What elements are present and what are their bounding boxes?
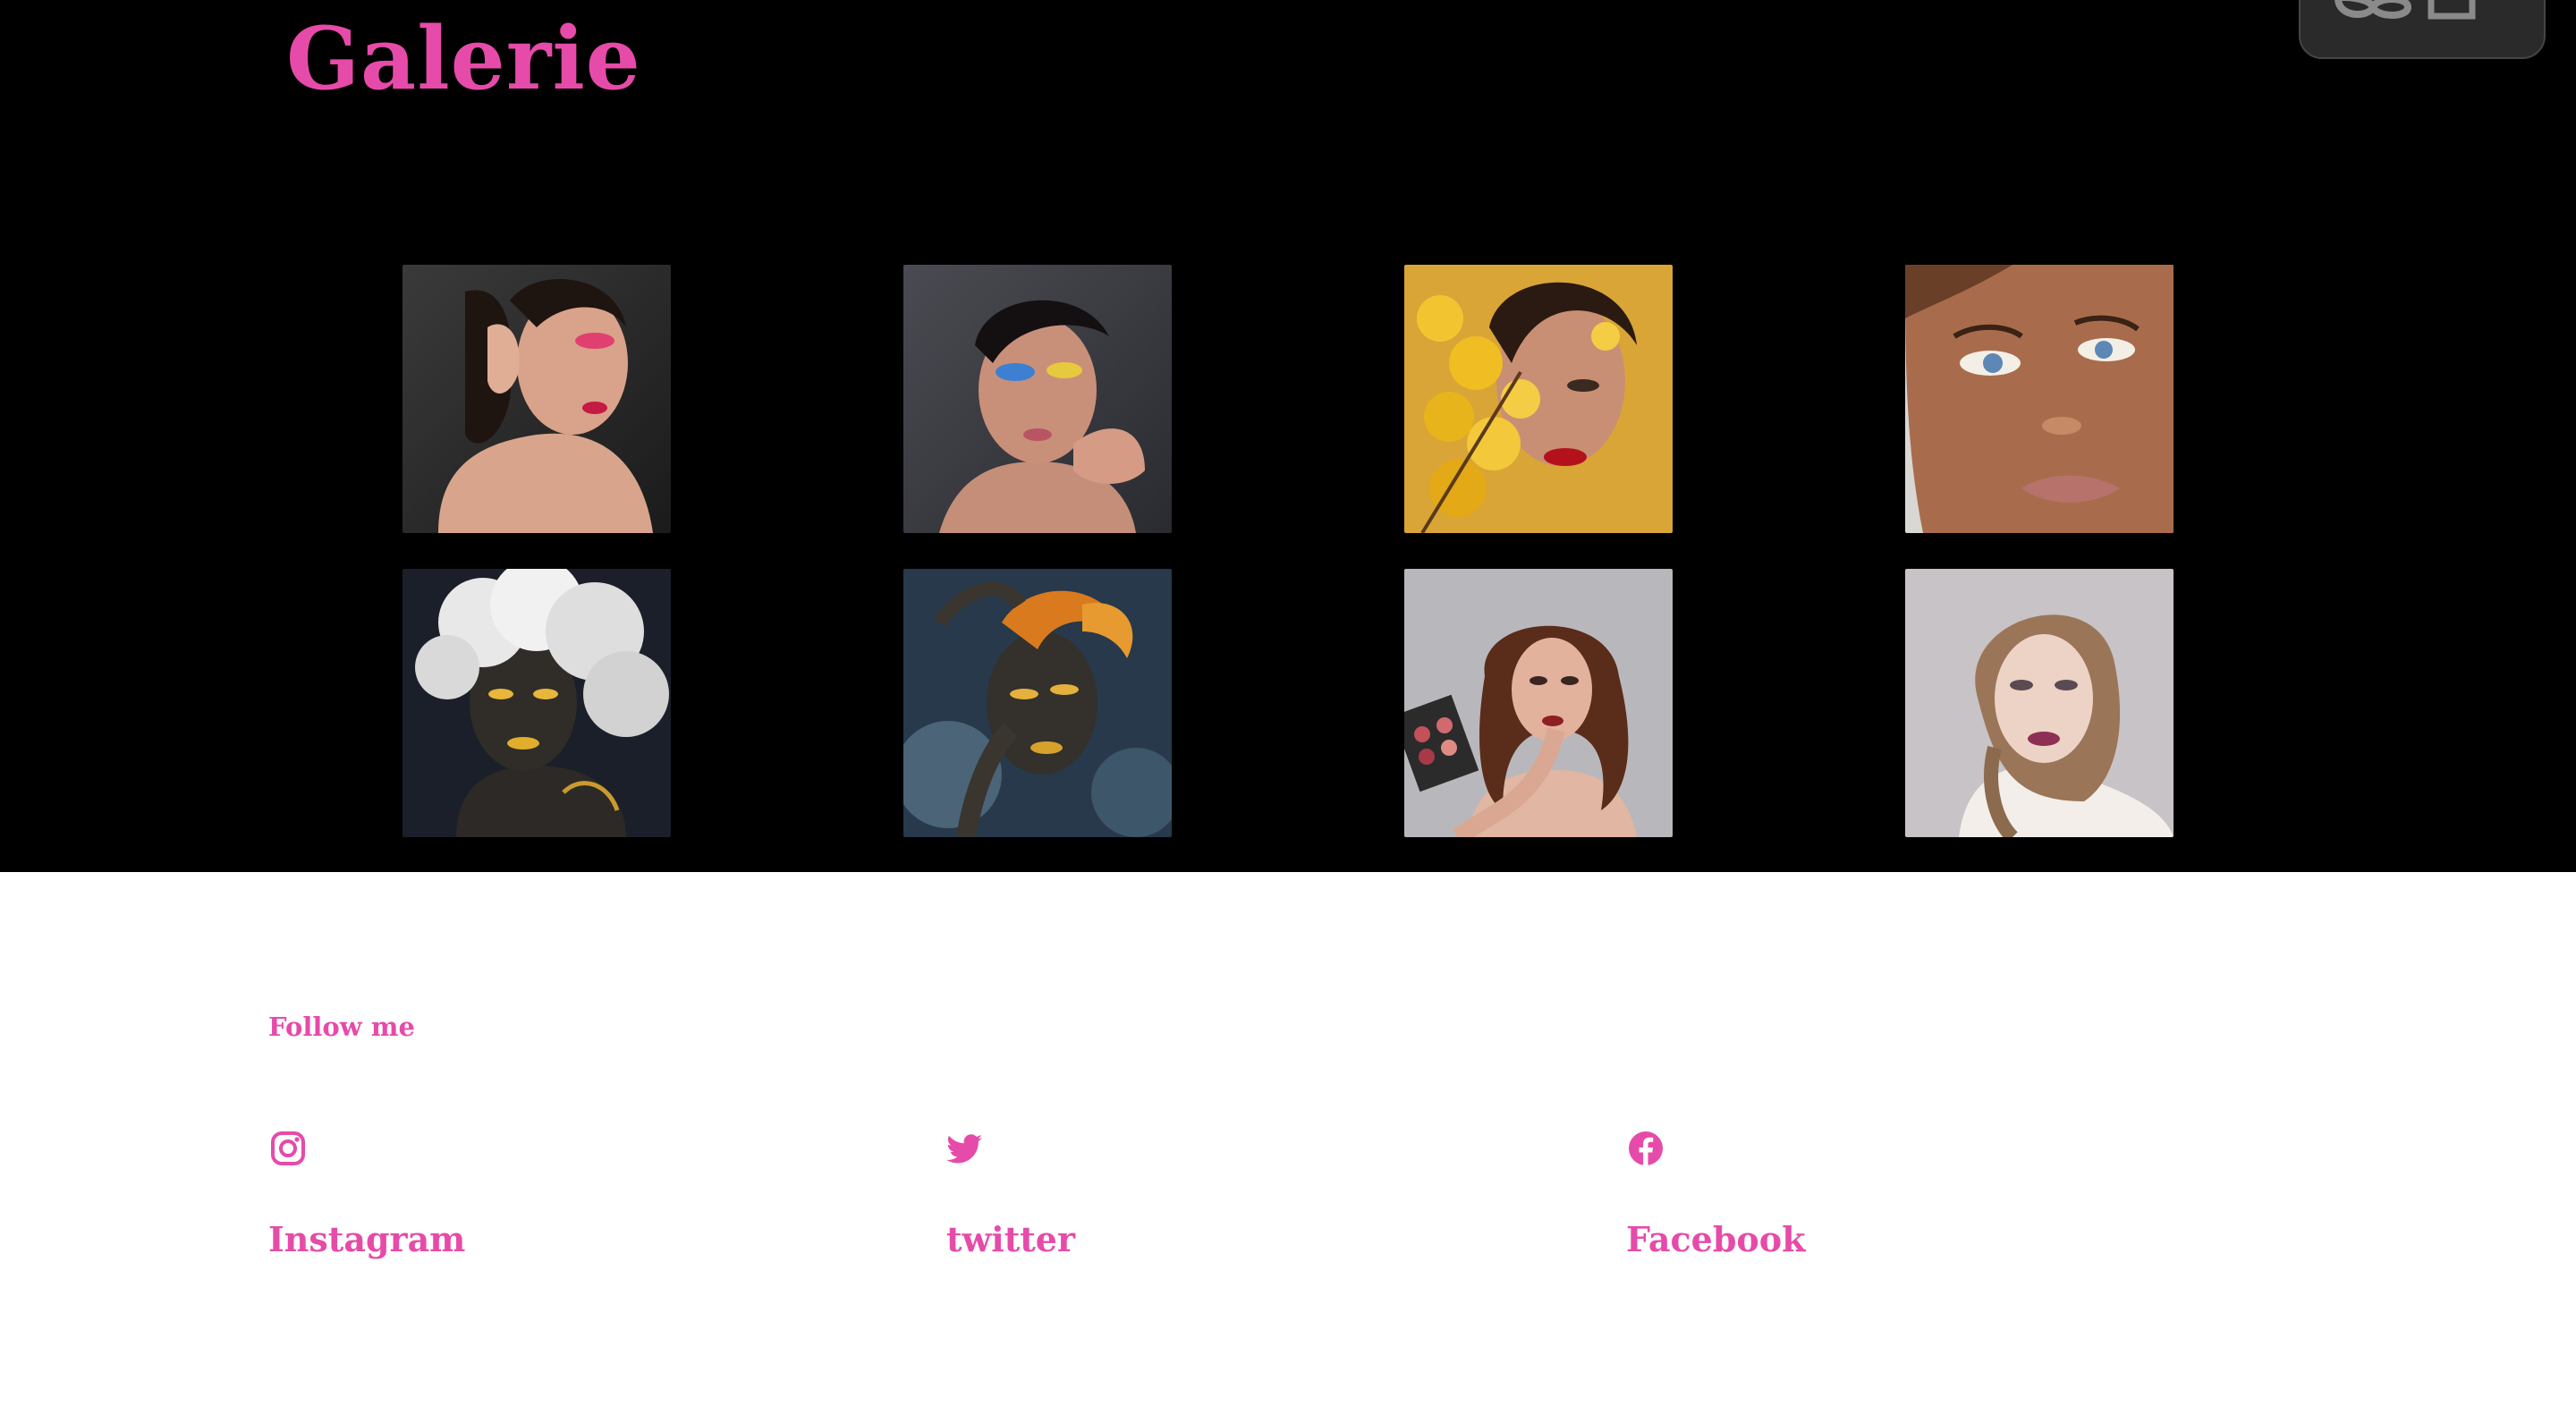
gallery-section: Galerie [0,0,2576,872]
portrait-blue-yellow-eyeshadow-image [903,265,1172,533]
instagram-icon[interactable] [268,1129,308,1168]
facebook-icon[interactable] [1626,1129,1665,1168]
portrait-pink-eyeshadow-image [402,265,671,533]
social-instagram [268,1129,308,1168]
portrait-gold-smoke-image [402,569,671,837]
portrait-bronze-glow-image [1905,265,2174,533]
gallery-image-7[interactable] [1404,569,1673,837]
follow-heading: Follow me [268,1012,415,1042]
social-facebook [1626,1129,1665,1168]
instagram-link[interactable]: Instagram [268,1216,465,1263]
twitter-icon[interactable] [946,1129,986,1168]
gallery-image-5[interactable] [402,569,671,837]
gallery-image-6[interactable] [903,569,1172,837]
portrait-makeup-artist-image [1404,569,1673,837]
twitter-link[interactable]: twitter [946,1216,1075,1263]
portrait-yellow-flowers-image [1404,265,1673,533]
image-gallery [0,0,2576,872]
social-twitter [946,1129,986,1168]
facebook-link[interactable]: Facebook [1626,1216,1805,1263]
gallery-image-3[interactable] [1404,265,1673,533]
footer [0,872,2576,1406]
gallery-image-4[interactable] [1905,265,2174,533]
gallery-image-2[interactable] [903,265,1172,533]
gallery-image-1[interactable] [402,265,671,533]
gallery-image-8[interactable] [1905,569,2174,837]
portrait-gold-orange-hair-image [903,569,1172,837]
portrait-natural-mauve-lips-image [1905,569,2174,837]
